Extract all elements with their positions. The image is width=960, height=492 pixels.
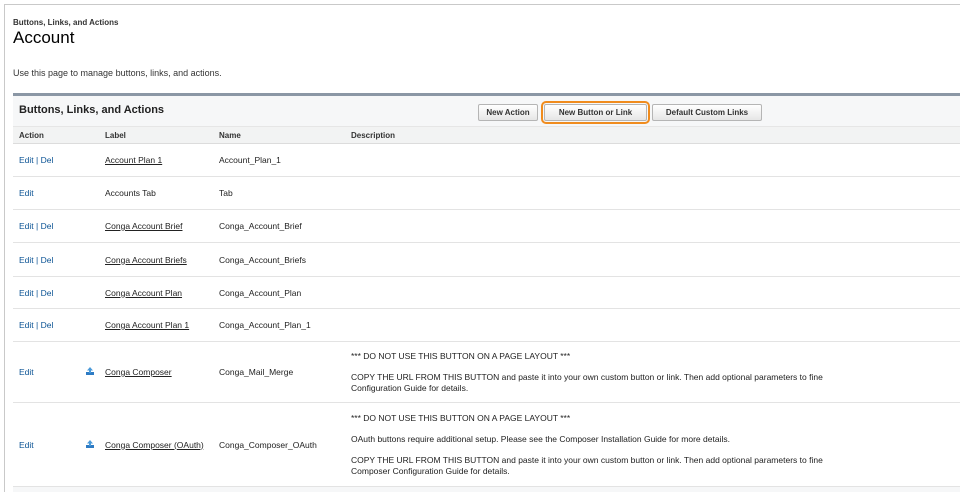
label-link[interactable]: Conga Account Plan	[105, 288, 182, 298]
label-link[interactable]: Conga Composer	[105, 367, 172, 377]
edit-link[interactable]: Edit	[19, 155, 34, 165]
label-link[interactable]: Conga Account Brief	[105, 221, 183, 231]
separator: |	[36, 254, 39, 265]
edit-link[interactable]: Edit	[19, 221, 34, 231]
new-action-button[interactable]: New Action	[478, 104, 538, 121]
label-link[interactable]: Conga Account Plan 1	[105, 320, 189, 330]
del-link[interactable]: Del	[41, 288, 54, 298]
table-row: Edit Conga Composer Conga_Mail_Merge ***…	[13, 341, 960, 403]
upload-icon	[85, 366, 95, 376]
table-row: Edit Accounts Tab Tab	[13, 176, 960, 210]
table-row: Edit | Del Conga Account Brief Conga_Acc…	[13, 209, 960, 243]
row-name: Conga_Account_Briefs	[213, 242, 345, 277]
panel-header: Buttons, Links, and Actions New Action N…	[13, 96, 960, 126]
table-row: Edit | Del Account Plan 1 Account_Plan_1	[13, 143, 960, 177]
row-name: Conga_Mail_Merge	[213, 341, 345, 403]
edit-link[interactable]: Edit	[19, 188, 34, 198]
panel-title: Buttons, Links, and Actions	[19, 104, 165, 116]
row-description: *** DO NOT USE THIS BUTTON ON A PAGE LAY…	[345, 402, 960, 487]
page-intro: Use this page to manage buttons, links, …	[13, 68, 222, 78]
edit-link[interactable]: Edit	[19, 367, 34, 377]
header-action: Action	[13, 126, 85, 144]
table-header-row: Action Label Name Description	[13, 126, 960, 144]
row-name: Conga_Account_Plan_1	[213, 308, 345, 342]
row-description: *** DO NOT USE THIS BUTTON ON A PAGE LAY…	[345, 341, 960, 403]
del-link[interactable]: Del	[41, 221, 54, 231]
label-link[interactable]: Account Plan 1	[105, 155, 162, 165]
buttons-links-actions-panel: Buttons, Links, and Actions New Action N…	[13, 93, 960, 492]
table-row: Edit | Del Conga Account Plan 1 Conga_Ac…	[13, 308, 960, 342]
separator: |	[36, 221, 39, 231]
label-link[interactable]: Conga Account Briefs	[105, 255, 187, 265]
table-row: Edit Conga Composer (OAuth) Conga_Compos…	[13, 402, 960, 487]
edit-link[interactable]: Edit	[19, 440, 34, 450]
default-custom-links-button[interactable]: Default Custom Links	[652, 104, 762, 121]
row-name: Account_Plan_1	[213, 143, 345, 177]
page-frame: Buttons, Links, and Actions Account Use …	[4, 4, 960, 492]
header-description: Description	[345, 126, 960, 144]
separator: |	[36, 155, 39, 165]
row-label: Accounts Tab	[99, 176, 213, 210]
row-name: Tab	[213, 176, 345, 210]
upload-icon	[85, 439, 95, 449]
page-title: Account	[13, 28, 75, 47]
buttons-table: Action Label Name Description Edit | Del…	[13, 126, 960, 487]
label-link[interactable]: Conga Composer (OAuth)	[105, 440, 204, 450]
separator: |	[36, 287, 39, 298]
row-name: Conga_Account_Brief	[213, 209, 345, 243]
del-link[interactable]: Del	[41, 320, 54, 330]
header-icon	[85, 126, 99, 144]
row-name: Conga_Account_Plan	[213, 276, 345, 309]
edit-link[interactable]: Edit	[19, 320, 34, 330]
new-button-or-link-button[interactable]: New Button or Link	[541, 101, 650, 124]
header-label: Label	[99, 126, 213, 144]
breadcrumb: Buttons, Links, and Actions	[13, 18, 119, 27]
del-link[interactable]: Del	[41, 155, 54, 165]
header-name: Name	[213, 126, 345, 144]
row-name: Conga_Composer_OAuth	[213, 402, 345, 487]
table-row: Edit | Del Conga Account Plan Conga_Acco…	[13, 276, 960, 309]
table-row: Edit | Del Conga Account Briefs Conga_Ac…	[13, 242, 960, 277]
edit-link[interactable]: Edit	[19, 255, 34, 265]
edit-link[interactable]: Edit	[19, 288, 34, 298]
separator: |	[36, 320, 39, 330]
del-link[interactable]: Del	[41, 255, 54, 265]
